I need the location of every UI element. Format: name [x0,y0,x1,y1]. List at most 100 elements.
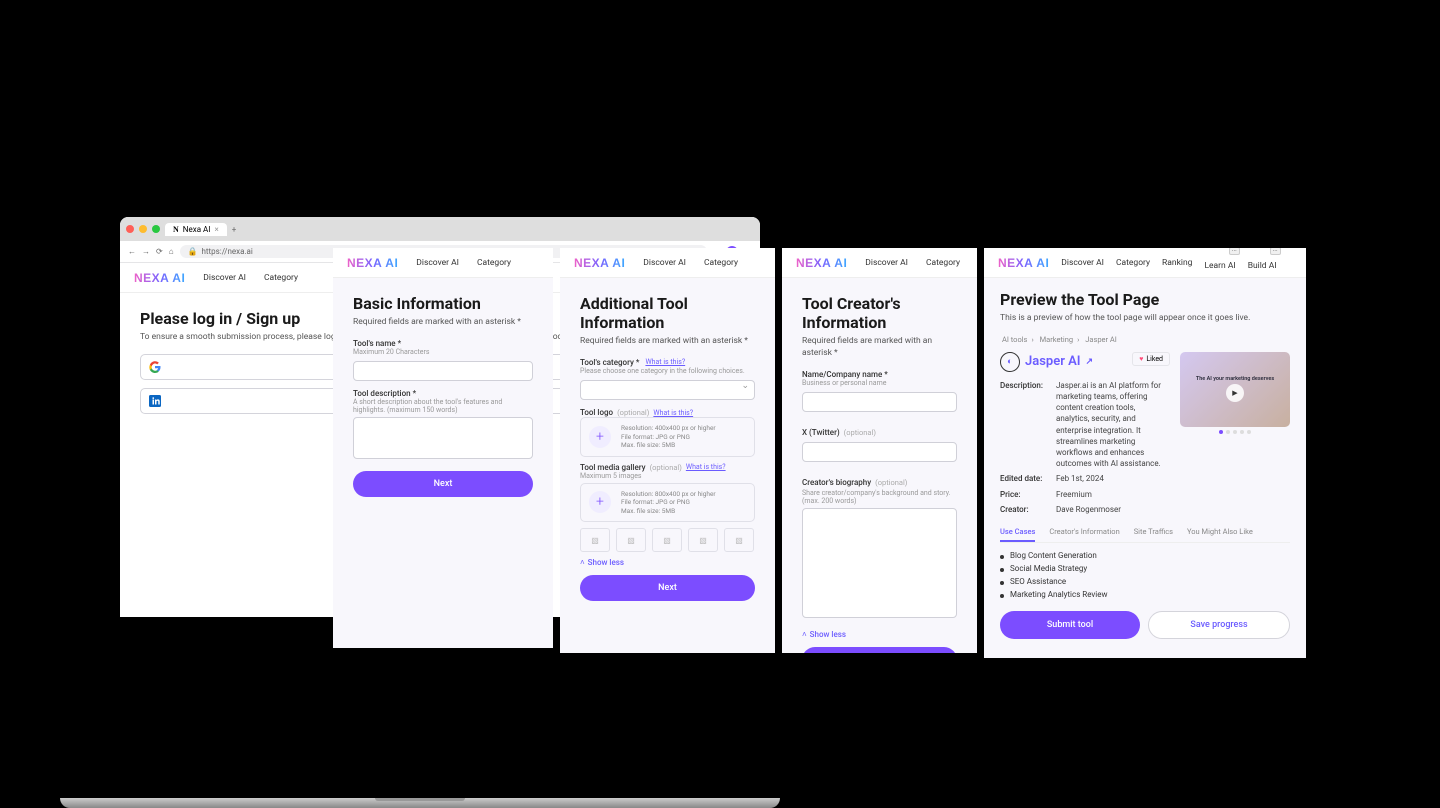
tab-use-cases[interactable]: Use Cases [1000,527,1035,542]
optional-tag: (optional) [617,408,649,417]
nav-category[interactable]: Category [704,258,738,268]
pager-dot[interactable] [1226,430,1230,434]
traffic-close-icon[interactable] [126,225,134,233]
submit-tool-button[interactable]: Submit tool [1000,611,1140,639]
bio-input[interactable] [802,508,957,618]
gallery-upload-box[interactable]: + Resolution: 800x400 px or higherFile f… [580,483,755,522]
tab-related[interactable]: You Might Also Like [1187,527,1253,542]
video-preview[interactable]: The AI your marketing deserves ▶ [1180,352,1290,427]
site-header: NEXA AI Discover AI Category [782,248,977,278]
page-title: Basic Information [353,294,533,313]
creator-name-input[interactable] [802,392,957,412]
what-is-this-link[interactable]: What is this? [653,409,693,417]
meta-value: Freemium [1056,489,1170,500]
label-bio: Creator's biography [802,478,871,487]
url-text: https://nexa.ai [202,247,253,256]
thumbnail-slot[interactable]: ▧ [580,528,610,552]
nav-category[interactable]: Category [926,258,960,268]
next-button[interactable]: Next [353,471,533,497]
required-note: Required fields are marked with an aster… [353,317,533,329]
tool-desc-input[interactable] [353,417,533,459]
nav-forward-icon[interactable]: → [142,247,150,256]
lock-icon: 🔒 [188,247,198,256]
logo[interactable]: NEXA AI [796,256,847,270]
badge-icon: ⋯ [1270,248,1281,255]
crumb-link[interactable]: AI tools [1002,335,1027,344]
traffic-max-icon[interactable] [152,225,160,233]
save-progress-button[interactable]: Save progress [1148,611,1290,639]
meta-key: Price: [1000,489,1056,500]
site-header: NEXA AI Discover AI Category [560,248,775,278]
browser-tabbar: N Nexa AI × + [120,217,760,241]
show-less-toggle[interactable]: ˄ Show less [580,558,755,567]
page-title: Tool Creator's Information [802,294,957,332]
x-input[interactable] [802,442,957,462]
nav-category[interactable]: Category [1116,258,1150,268]
nav-discover[interactable]: Discover AI [416,258,459,268]
tab-creator-info[interactable]: Creator's Information [1049,527,1119,542]
tab-site-traffic[interactable]: Site Traffics [1134,527,1173,542]
traffic-min-icon[interactable] [139,225,147,233]
nav-reload-icon[interactable]: ⟳ [156,247,163,256]
nav-discover[interactable]: Discover AI [643,258,686,268]
breadcrumb: AI tools› Marketing› Jasper AI [1000,335,1290,344]
tool-title: ◐ Jasper AI ↗ [1000,352,1093,372]
badge-icon: ⋯ [1229,248,1240,255]
pager-dot[interactable] [1233,430,1237,434]
next-button[interactable]: Next [580,575,755,601]
logo[interactable]: NEXA AI [347,256,398,270]
thumbnail-slot[interactable]: ▧ [688,528,718,552]
liked-button[interactable]: ♥ Liked [1132,352,1170,366]
page-title: Preview the Tool Page [1000,290,1290,309]
list-item: Social Media Strategy [1000,562,1290,575]
what-is-this-link[interactable]: What is this? [686,463,726,471]
tab-close-icon[interactable]: × [214,225,218,234]
nav-build[interactable]: Build AI [1248,261,1277,271]
thumbnail-slot[interactable]: ▧ [616,528,646,552]
page-subtitle: This is a preview of how the tool page w… [1000,313,1290,325]
thumbnail-slot[interactable]: ▧ [652,528,682,552]
logo[interactable]: NEXA AI [998,256,1049,270]
nav-home-icon[interactable]: ⌂ [169,247,174,256]
nav-category[interactable]: Category [264,273,298,283]
new-tab-icon[interactable]: + [232,225,237,234]
logo-upload-box[interactable]: + Resolution: 400x400 px or higherFile f… [580,417,755,456]
hint-category: Please choose one category in the follow… [580,367,755,375]
label-gallery: Tool media gallery [580,463,646,472]
nav-ranking[interactable]: Ranking [1162,258,1192,268]
nav-learn[interactable]: Learn AI [1204,261,1235,271]
hint-bio: Share creator/company's background and s… [802,489,957,505]
pager-dot[interactable] [1219,430,1223,434]
video-caption: The AI your marketing deserves [1196,376,1274,382]
upload-meta: Resolution: 800x400 px or higherFile for… [621,490,716,515]
what-is-this-link[interactable]: What is this? [645,358,685,366]
category-select[interactable] [580,380,755,400]
pager-dot[interactable] [1247,430,1251,434]
tab-title: Nexa AI [183,225,211,234]
external-link-icon[interactable]: ↗ [1086,357,1094,367]
crumb-link[interactable]: Marketing [1040,335,1074,344]
logo[interactable]: NEXA AI [574,256,625,270]
step-additional-info: NEXA AI Discover AI Category Additional … [560,248,775,653]
required-note: Required fields are marked with an aster… [580,336,755,348]
thumbnail-slot[interactable]: ▧ [724,528,754,552]
nav-discover[interactable]: Discover AI [1061,258,1104,268]
nav-back-icon[interactable]: ← [128,247,136,256]
label-tool-desc: Tool description * [353,389,533,398]
pager-dot[interactable] [1240,430,1244,434]
nav-discover[interactable]: Discover AI [865,258,908,268]
gallery-thumbnails: ▧ ▧ ▧ ▧ ▧ [580,528,755,552]
label-tool-name: Tool's name * [353,339,533,348]
hint-gallery: Maximum 5 images [580,472,755,480]
show-less-toggle[interactable]: ˄ Show less [802,630,957,639]
step-basic-info: NEXA AI Discover AI Category Basic Infor… [333,248,553,648]
next-button[interactable]: Next [802,647,957,653]
site-header: NEXA AI Discover AI Category Ranking Lea… [984,248,1306,278]
hint-creator-name: Business or personal name [802,379,957,387]
tool-name-input[interactable] [353,361,533,381]
browser-tab[interactable]: N Nexa AI × [165,223,227,236]
logo[interactable]: NEXA AI [134,271,185,285]
nav-discover[interactable]: Discover AI [203,273,246,283]
nav-category[interactable]: Category [477,258,511,268]
meta-value: Dave Rogenmoser [1056,504,1170,515]
